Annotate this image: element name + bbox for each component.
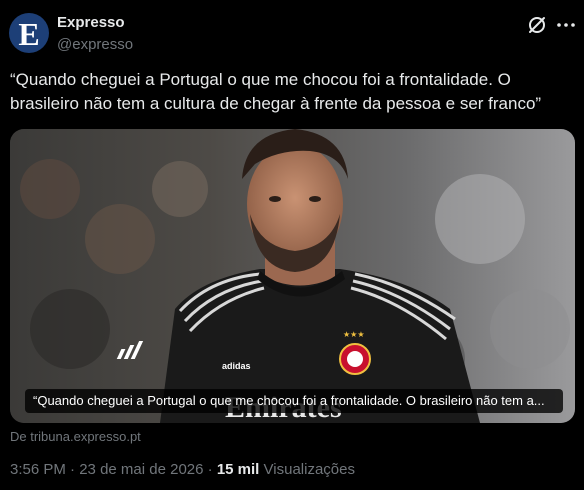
tweet-text: “Quando cheguei a Portugal o que me choc… bbox=[10, 70, 542, 113]
tweet-time[interactable]: 3:56 PM bbox=[10, 461, 66, 478]
meta-separator: · bbox=[207, 461, 213, 478]
avatar[interactable]: E bbox=[9, 13, 49, 53]
views-label: Visualizações bbox=[263, 461, 355, 478]
svg-text:adidas: adidas bbox=[222, 361, 251, 371]
tweet-date[interactable]: 23 de mai de 2026 bbox=[79, 461, 203, 478]
views-count: 15 mil bbox=[216, 461, 260, 478]
more-icon bbox=[557, 23, 575, 27]
link-source[interactable]: De tribuna.expresso.pt bbox=[10, 429, 141, 444]
link-card-image[interactable]: adidas ★★★ Emirates bbox=[10, 129, 575, 423]
tweet-meta: 3:56 PM · 23 de mai de 2026 · 15 mil Vis… bbox=[10, 461, 355, 478]
grok-icon bbox=[529, 17, 545, 33]
svg-text:★★★: ★★★ bbox=[343, 330, 365, 339]
grok-button[interactable] bbox=[526, 14, 548, 36]
more-button[interactable] bbox=[555, 16, 577, 34]
author-handle[interactable]: @expresso bbox=[57, 36, 133, 53]
avatar-letter: E bbox=[18, 16, 40, 52]
author-display-name[interactable]: Expresso bbox=[57, 14, 125, 31]
link-card-caption[interactable]: “Quando cheguei a Portugal o que me choc… bbox=[25, 389, 563, 413]
meta-separator: · bbox=[70, 461, 76, 478]
player-photo: adidas ★★★ Emirates bbox=[10, 129, 575, 423]
